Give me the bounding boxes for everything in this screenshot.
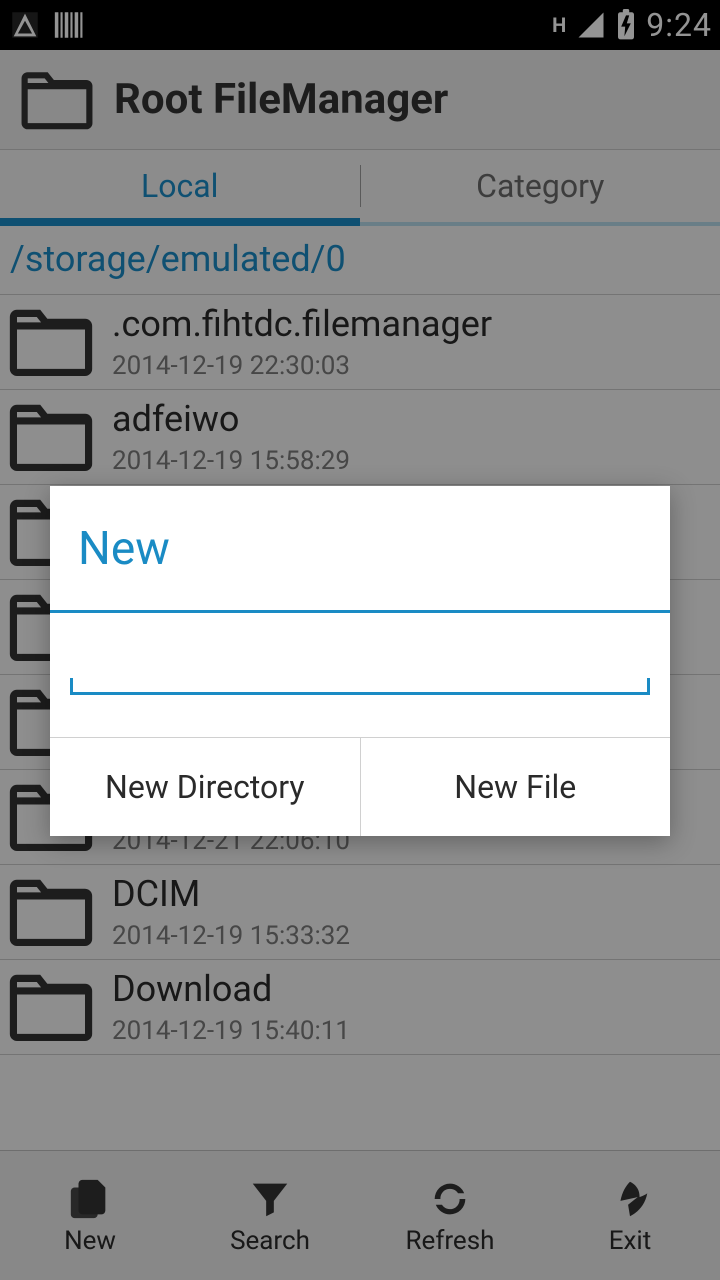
dialog-title: New xyxy=(50,486,670,613)
new-file-button[interactable]: New File xyxy=(360,738,671,836)
new-dialog: New New Directory New File xyxy=(50,486,670,836)
new-directory-button[interactable]: New Directory xyxy=(50,738,360,836)
dialog-actions: New Directory New File xyxy=(50,737,670,836)
dialog-input-wrapper xyxy=(70,635,650,695)
screen: H 9:24 Root FileManager Local Category /… xyxy=(0,0,720,1280)
new-file-label: New File xyxy=(454,768,576,806)
dialog-name-input[interactable] xyxy=(70,635,650,692)
dialog-body xyxy=(50,613,670,737)
new-directory-label: New Directory xyxy=(105,768,305,806)
